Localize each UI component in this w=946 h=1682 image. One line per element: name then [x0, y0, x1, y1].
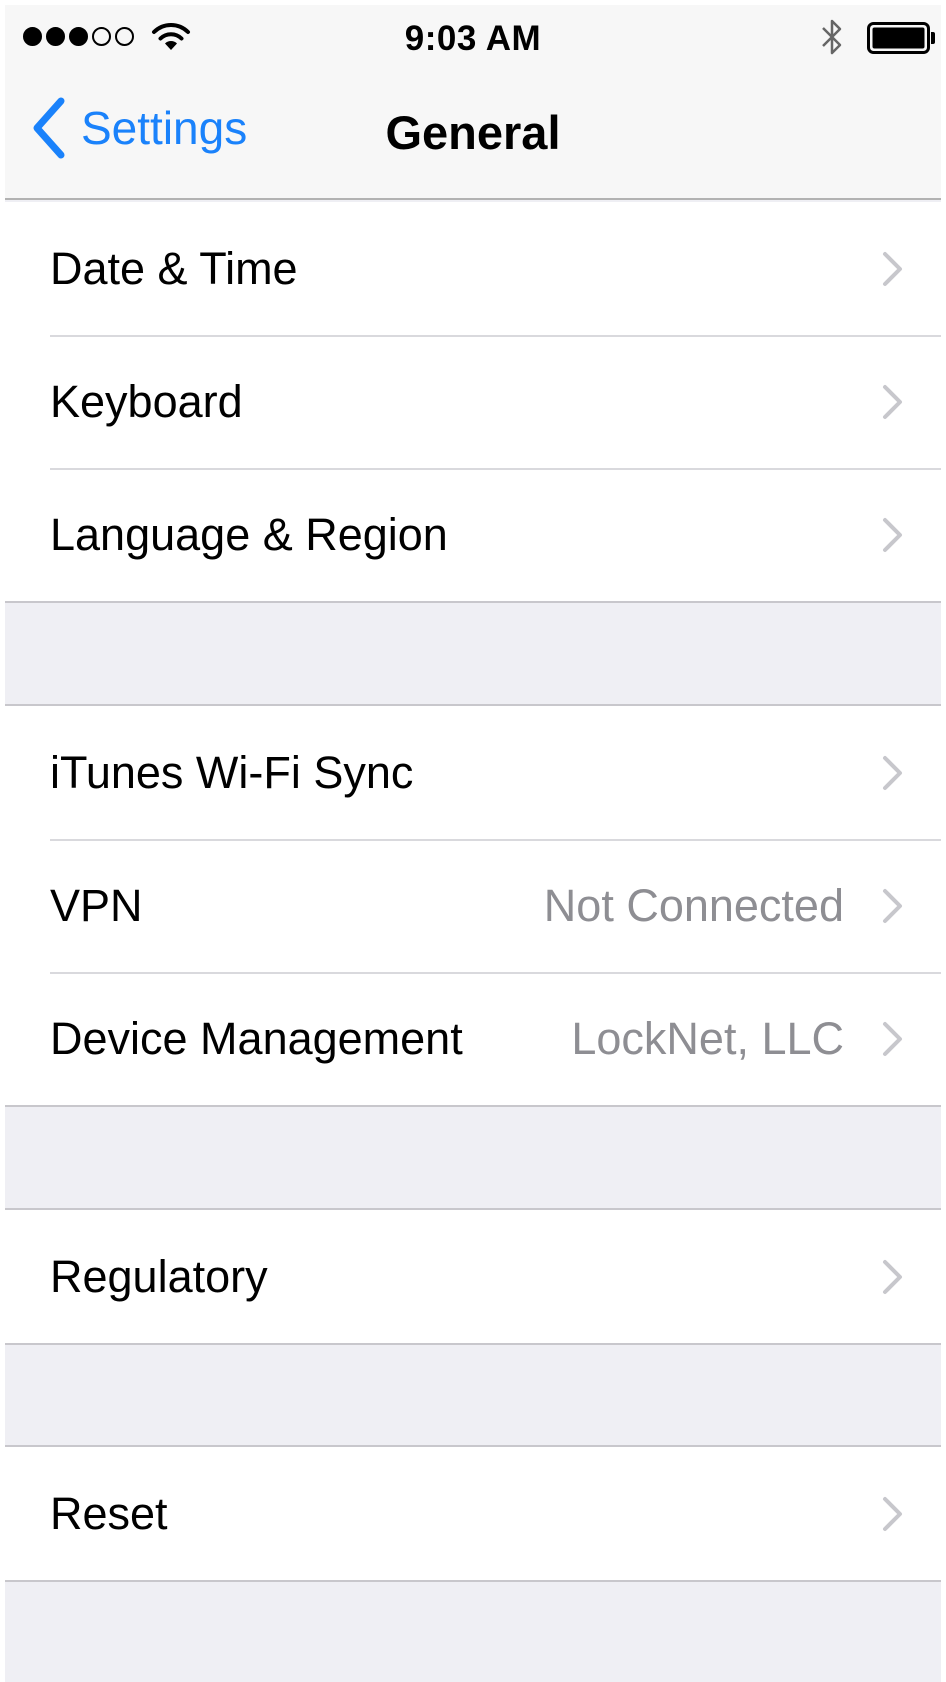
status-bar: 9:03 AM: [5, 5, 941, 71]
keyboard-row[interactable]: Keyboard: [5, 335, 941, 468]
status-time: 9:03 AM: [404, 19, 542, 58]
device-management-value: LockNet, LLC: [571, 1012, 844, 1064]
settings-group-4: Reset: [5, 1447, 941, 1580]
chevron-right-icon: [883, 1260, 902, 1294]
row-label: Reset: [50, 1487, 168, 1539]
page-title: General: [385, 106, 561, 159]
row-label: VPN: [50, 879, 143, 931]
chevron-right-icon: [883, 252, 902, 286]
date-time-row[interactable]: Date & Time: [5, 202, 941, 335]
row-label: Device Management: [50, 1012, 463, 1064]
row-label: Regulatory: [50, 1250, 268, 1302]
language-region-row[interactable]: Language & Region: [5, 468, 941, 601]
group-separator: [5, 1343, 941, 1345]
chevron-right-icon: [883, 889, 902, 923]
row-label: Date & Time: [50, 242, 298, 294]
regulatory-row[interactable]: Regulatory: [5, 1210, 941, 1343]
chevron-right-icon: [883, 1022, 902, 1056]
settings-screen: 9:03 AM Settings General Date & Time Key…: [5, 5, 941, 1682]
chevron-right-icon: [883, 756, 902, 790]
group-separator: [5, 1580, 941, 1582]
chevron-right-icon: [883, 518, 902, 552]
group-separator: [5, 1105, 941, 1107]
row-label: Language & Region: [50, 508, 448, 560]
bluetooth-icon: [822, 19, 842, 55]
vpn-status-value: Not Connected: [543, 879, 844, 931]
navigation-bar: Settings General: [5, 71, 941, 200]
settings-group-3: Regulatory: [5, 1210, 941, 1343]
itunes-wifi-sync-row[interactable]: iTunes Wi-Fi Sync: [5, 706, 941, 839]
settings-group-1: Date & Time Keyboard Language & Region: [5, 202, 941, 601]
vpn-row[interactable]: VPN Not Connected: [5, 839, 941, 972]
reset-row[interactable]: Reset: [5, 1447, 941, 1580]
chevron-right-icon: [883, 385, 902, 419]
row-label: iTunes Wi-Fi Sync: [50, 746, 414, 798]
row-label: Keyboard: [50, 375, 243, 427]
chevron-right-icon: [883, 1497, 902, 1531]
group-separator: [5, 601, 941, 603]
battery-icon: [867, 22, 935, 54]
device-management-row[interactable]: Device Management LockNet, LLC: [5, 972, 941, 1105]
settings-group-2: iTunes Wi-Fi Sync VPN Not Connected Devi…: [5, 706, 941, 1105]
